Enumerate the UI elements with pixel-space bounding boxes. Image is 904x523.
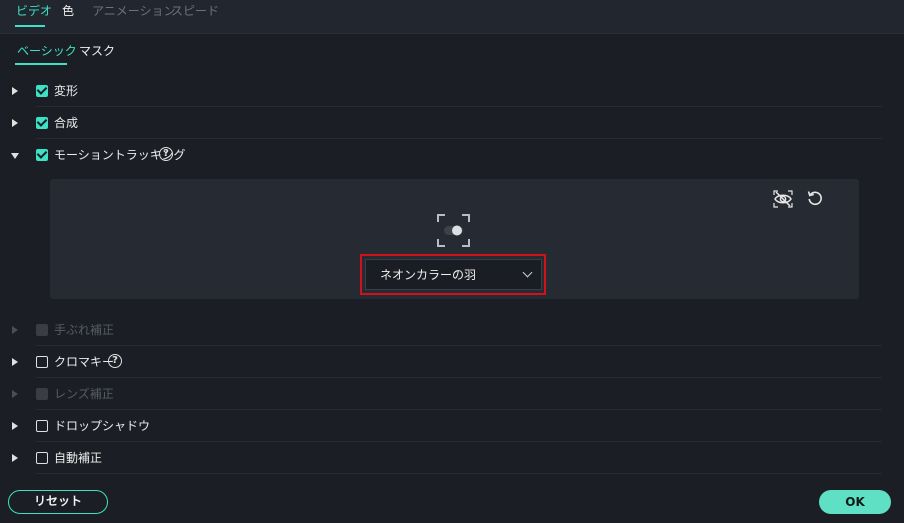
expand-arrow-icon[interactable] bbox=[12, 422, 18, 430]
hide-eye-icon[interactable] bbox=[773, 189, 793, 209]
expand-arrow-icon bbox=[12, 390, 18, 398]
help-icon[interactable]: ? bbox=[108, 354, 122, 368]
expand-arrow-icon[interactable] bbox=[12, 454, 18, 462]
footer-bar bbox=[0, 483, 904, 523]
motion-tracking-checkbox[interactable] bbox=[36, 149, 48, 161]
expand-arrow-icon bbox=[12, 326, 18, 334]
section-label: クロマキー bbox=[54, 355, 115, 369]
section-label: 手ぶれ補正 bbox=[54, 323, 115, 337]
subtab-basic[interactable]: ベーシック bbox=[17, 43, 77, 59]
stabilization-checkbox bbox=[36, 324, 48, 336]
section-composite: 合成 bbox=[0, 107, 890, 139]
section-label: 変形 bbox=[54, 84, 79, 98]
section-motion-tracking: モーショントラッキング ? bbox=[0, 139, 890, 171]
reset-icon[interactable] bbox=[806, 189, 824, 207]
tracking-element-dropdown[interactable]: ネオンカラーの羽 bbox=[365, 259, 542, 290]
divider bbox=[36, 473, 882, 474]
auto-enhance-checkbox[interactable] bbox=[36, 452, 48, 464]
collapse-arrow-icon[interactable] bbox=[11, 153, 19, 159]
section-label: 合成 bbox=[54, 116, 79, 130]
help-icon[interactable]: ? bbox=[159, 147, 173, 161]
lens-correction-checkbox bbox=[36, 388, 48, 400]
subtab-basic-underline bbox=[15, 63, 67, 65]
chroma-key-checkbox[interactable] bbox=[36, 356, 48, 368]
ok-button[interactable]: OK bbox=[819, 490, 891, 514]
section-drop-shadow: ドロップシャドウ bbox=[0, 410, 890, 442]
section-transform: 変形 bbox=[0, 75, 890, 107]
reset-button[interactable]: リセット bbox=[8, 490, 108, 514]
section-label: レンズ補正 bbox=[54, 387, 114, 401]
tab-speed[interactable]: スピード bbox=[171, 3, 219, 19]
section-label: 自動補正 bbox=[54, 451, 103, 465]
section-stabilization: 手ぶれ補正 bbox=[0, 314, 890, 346]
tab-color[interactable]: 色 bbox=[62, 3, 74, 19]
expand-arrow-icon[interactable] bbox=[12, 87, 18, 95]
composite-checkbox[interactable] bbox=[36, 117, 48, 129]
tab-animation[interactable]: アニメーション bbox=[92, 3, 176, 19]
focus-target-icon bbox=[437, 214, 470, 247]
transform-checkbox[interactable] bbox=[36, 85, 48, 97]
section-label: ドロップシャドウ bbox=[54, 419, 151, 433]
section-lens-correction: レンズ補正 bbox=[0, 378, 890, 410]
subtab-mask[interactable]: マスク bbox=[79, 43, 115, 59]
drop-shadow-checkbox[interactable] bbox=[36, 420, 48, 432]
section-auto-enhance: 自動補正 bbox=[0, 442, 890, 474]
dropdown-selected-value: ネオンカラーの羽 bbox=[380, 268, 477, 282]
expand-arrow-icon[interactable] bbox=[12, 119, 18, 127]
tab-video[interactable]: ビデオ bbox=[16, 3, 52, 19]
section-chroma-key: クロマキー ? bbox=[0, 346, 890, 378]
tab-video-underline bbox=[15, 25, 45, 27]
chevron-down-icon bbox=[522, 267, 533, 278]
expand-arrow-icon[interactable] bbox=[12, 358, 18, 366]
